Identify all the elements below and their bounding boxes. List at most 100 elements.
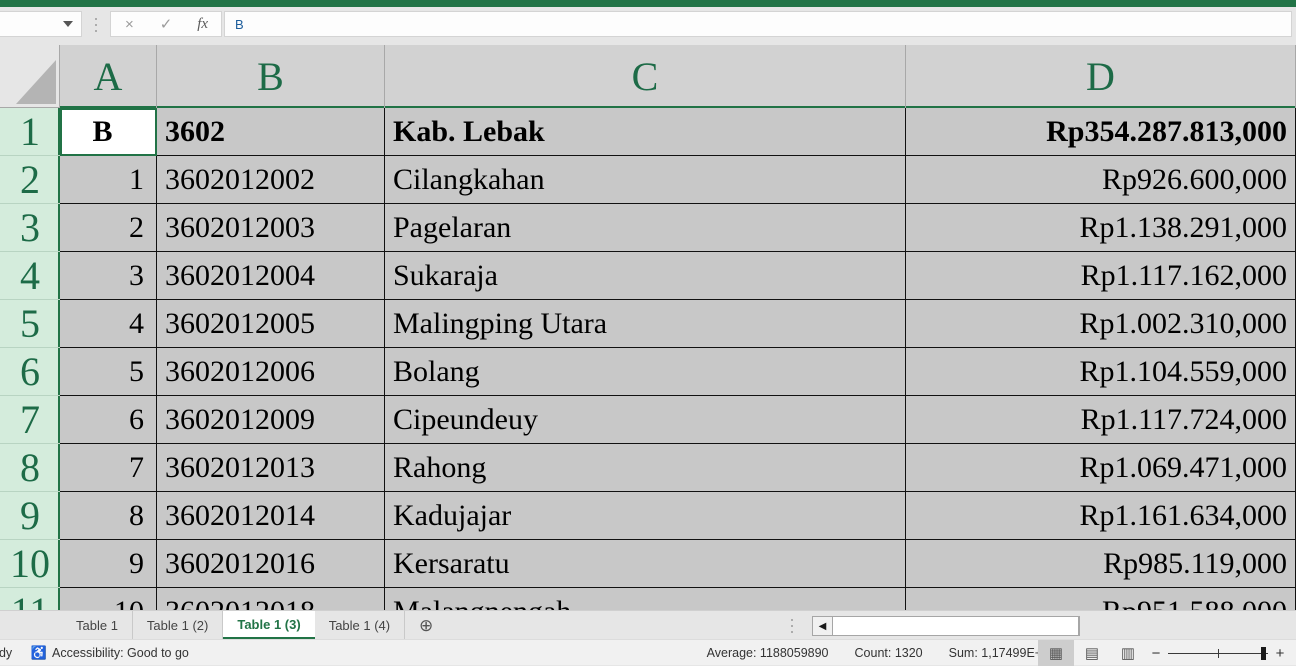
cancel-icon[interactable]: × bbox=[111, 12, 148, 36]
cell-A3[interactable]: 2 bbox=[60, 204, 157, 252]
stat-count[interactable]: Count: 1320 bbox=[855, 646, 923, 660]
cell-A7[interactable]: 6 bbox=[60, 396, 157, 444]
cell-D11[interactable]: Rp951.588,000 bbox=[906, 588, 1296, 610]
select-all-corner[interactable] bbox=[0, 45, 60, 108]
formula-bar-grip bbox=[94, 18, 98, 32]
cell-B3[interactable]: 3602012003 bbox=[157, 204, 385, 252]
stat-average[interactable]: Average: 1188059890 bbox=[707, 646, 829, 660]
view-page-layout-button[interactable]: ▤ bbox=[1074, 640, 1110, 666]
cell-B1[interactable]: 3602 bbox=[157, 108, 385, 156]
cell-C3[interactable]: Pagelaran bbox=[385, 204, 906, 252]
cell-C4[interactable]: Sukaraja bbox=[385, 252, 906, 300]
cell-D9[interactable]: Rp1.161.634,000 bbox=[906, 492, 1296, 540]
cell-A1[interactable]: B bbox=[60, 108, 157, 156]
cell-A4[interactable]: 3 bbox=[60, 252, 157, 300]
status-bar: ady ♿ Accessibility: Good to go Average:… bbox=[0, 639, 1296, 665]
row-header-9[interactable]: 9 bbox=[0, 492, 60, 540]
cell-B10[interactable]: 3602012016 bbox=[157, 540, 385, 588]
sheet-tabs: Table 1Table 1 (2)Table 1 (3)Table 1 (4)… bbox=[62, 611, 447, 640]
scroll-grip[interactable] bbox=[790, 619, 794, 633]
row-header-11[interactable]: 11 bbox=[0, 588, 60, 610]
ribbon-green-strip bbox=[0, 0, 1296, 7]
scroll-thumb[interactable] bbox=[833, 617, 1079, 635]
row-headers: 1234567891011 bbox=[0, 108, 60, 610]
cell-A8[interactable]: 7 bbox=[60, 444, 157, 492]
cell-B7[interactable]: 3602012009 bbox=[157, 396, 385, 444]
sheet-tab-4[interactable]: Table 1 (4) bbox=[315, 611, 405, 640]
cell-C9[interactable]: Kadujajar bbox=[385, 492, 906, 540]
zoom-slider[interactable] bbox=[1168, 653, 1268, 654]
cell-C1[interactable]: Kab. Lebak bbox=[385, 108, 906, 156]
row-header-5[interactable]: 5 bbox=[0, 300, 60, 348]
formula-bar-row: × ✓ fx B bbox=[0, 7, 1296, 45]
row-header-7[interactable]: 7 bbox=[0, 396, 60, 444]
formula-bar-buttons: × ✓ fx bbox=[110, 11, 222, 37]
column-header-b[interactable]: B bbox=[157, 45, 385, 108]
name-box[interactable] bbox=[0, 11, 82, 37]
column-header-c[interactable]: C bbox=[385, 45, 906, 108]
row-header-3[interactable]: 3 bbox=[0, 204, 60, 252]
chevron-down-icon[interactable] bbox=[63, 21, 73, 27]
accessibility-label: Accessibility: Good to go bbox=[52, 646, 189, 660]
cell-B9[interactable]: 3602012014 bbox=[157, 492, 385, 540]
view-mode-buttons: ▦ ▤ ▥ bbox=[1038, 640, 1146, 666]
cell-A11[interactable]: 10 bbox=[60, 588, 157, 610]
cell-A9[interactable]: 8 bbox=[60, 492, 157, 540]
cell-D4[interactable]: Rp1.117.162,000 bbox=[906, 252, 1296, 300]
cell-B2[interactable]: 3602012002 bbox=[157, 156, 385, 204]
row-header-4[interactable]: 4 bbox=[0, 252, 60, 300]
horizontal-scrollbar[interactable]: ◀ bbox=[812, 616, 1080, 636]
enter-check-icon[interactable]: ✓ bbox=[148, 12, 185, 36]
view-page-break-button[interactable]: ▥ bbox=[1110, 640, 1146, 666]
cell-D10[interactable]: Rp985.119,000 bbox=[906, 540, 1296, 588]
row-header-6[interactable]: 6 bbox=[0, 348, 60, 396]
cell-B5[interactable]: 3602012005 bbox=[157, 300, 385, 348]
cell-A5[interactable]: 4 bbox=[60, 300, 157, 348]
cell-D5[interactable]: Rp1.002.310,000 bbox=[906, 300, 1296, 348]
add-sheet-icon[interactable]: ⊕ bbox=[405, 611, 447, 640]
sheet-tab-2[interactable]: Table 1 (2) bbox=[133, 611, 223, 640]
column-header-d[interactable]: D bbox=[906, 45, 1296, 108]
sheet-tab-1[interactable]: Table 1 bbox=[62, 611, 133, 640]
cell-B8[interactable]: 3602012013 bbox=[157, 444, 385, 492]
zoom-in-button[interactable]: + bbox=[1274, 645, 1286, 662]
cell-A2[interactable]: 1 bbox=[60, 156, 157, 204]
cell-C7[interactable]: Cipeundeuy bbox=[385, 396, 906, 444]
cell-B6[interactable]: 3602012006 bbox=[157, 348, 385, 396]
cell-C6[interactable]: Bolang bbox=[385, 348, 906, 396]
row-header-1[interactable]: 1 bbox=[0, 108, 60, 156]
zoom-slider-thumb[interactable] bbox=[1261, 647, 1266, 660]
cell-D3[interactable]: Rp1.138.291,000 bbox=[906, 204, 1296, 252]
formula-input-value: B bbox=[225, 17, 244, 32]
row-header-2[interactable]: 2 bbox=[0, 156, 60, 204]
cell-A10[interactable]: 9 bbox=[60, 540, 157, 588]
accessibility-status[interactable]: ♿ Accessibility: Good to go bbox=[32, 646, 189, 660]
cell-B4[interactable]: 3602012004 bbox=[157, 252, 385, 300]
column-header-a[interactable]: A bbox=[60, 45, 157, 108]
cell-B11[interactable]: 3602012018 bbox=[157, 588, 385, 610]
cell-C10[interactable]: Kersaratu bbox=[385, 540, 906, 588]
row-header-10[interactable]: 10 bbox=[0, 540, 60, 588]
scroll-left-arrow-icon[interactable]: ◀ bbox=[813, 617, 833, 635]
cell-D1[interactable]: Rp354.287.813,000 bbox=[906, 108, 1296, 156]
cell-A6[interactable]: 5 bbox=[60, 348, 157, 396]
cell-D6[interactable]: Rp1.104.559,000 bbox=[906, 348, 1296, 396]
accessibility-icon: ♿ bbox=[32, 646, 46, 660]
cell-D7[interactable]: Rp1.117.724,000 bbox=[906, 396, 1296, 444]
select-all-triangle-icon bbox=[16, 60, 56, 104]
cell-C2[interactable]: Cilangkahan bbox=[385, 156, 906, 204]
column-headers: ABCD bbox=[60, 45, 1296, 108]
view-normal-button[interactable]: ▦ bbox=[1038, 640, 1074, 666]
insert-function-icon[interactable]: fx bbox=[184, 12, 221, 36]
status-statistics: Average: 1188059890 Count: 1320 Sum: 1,1… bbox=[707, 646, 1056, 660]
zoom-out-button[interactable]: − bbox=[1150, 645, 1162, 662]
cell-C8[interactable]: Rahong bbox=[385, 444, 906, 492]
status-ready-text: ady bbox=[0, 646, 12, 660]
cell-C5[interactable]: Malingping Utara bbox=[385, 300, 906, 348]
formula-input[interactable]: B bbox=[224, 11, 1292, 37]
row-header-8[interactable]: 8 bbox=[0, 444, 60, 492]
cell-D2[interactable]: Rp926.600,000 bbox=[906, 156, 1296, 204]
cell-C11[interactable]: Malangnengah bbox=[385, 588, 906, 610]
cell-D8[interactable]: Rp1.069.471,000 bbox=[906, 444, 1296, 492]
sheet-tab-3[interactable]: Table 1 (3) bbox=[223, 611, 314, 640]
